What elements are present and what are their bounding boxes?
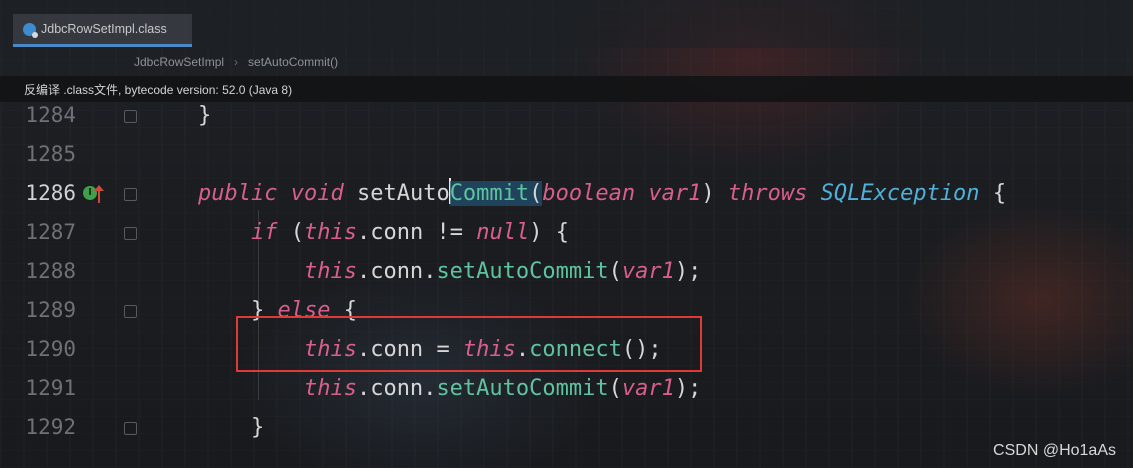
fold-icon[interactable] [124, 422, 137, 435]
line-number: 1286 [25, 181, 76, 205]
code-editor[interactable]: 1284 } 1285 1286 I public void setAutoCo… [0, 98, 1133, 468]
line-number: 1289 [25, 298, 76, 322]
line-number: 1288 [25, 259, 76, 283]
breadcrumb-method[interactable]: setAutoCommit() [248, 55, 338, 69]
breadcrumb-separator: › [234, 55, 239, 69]
tab-jdbcrowsetimpl[interactable]: JdbcRowSetImpl.class [13, 14, 192, 47]
fold-icon[interactable] [124, 305, 137, 318]
code-text: } [250, 415, 265, 440]
code-text: this.conn.setAutoCommit(var1); [303, 376, 702, 401]
code-text: this.conn.setAutoCommit(var1); [303, 259, 702, 284]
fold-icon[interactable] [124, 188, 137, 201]
fold-icon[interactable] [124, 227, 137, 240]
line-number: 1285 [25, 142, 76, 166]
code-line-current: 1286 I public void setAutoCommit(boolean… [0, 174, 1133, 213]
class-file-icon [23, 22, 38, 38]
line-number: 1291 [25, 376, 76, 400]
line-number: 1284 [25, 103, 76, 127]
fold-icon[interactable] [124, 110, 137, 123]
code-line: 1287 if (this.conn != null) { [0, 213, 1133, 252]
line-number: 1290 [25, 337, 76, 361]
decompiler-info-text: 反编译 .class文件, bytecode version: 52.0 (Ja… [24, 82, 293, 97]
breadcrumb: JdbcRowSetImpl › setAutoCommit() [134, 52, 338, 72]
code-text: if (this.conn != null) { [250, 220, 569, 245]
breadcrumb-class[interactable]: JdbcRowSetImpl [134, 55, 224, 69]
highlight-annotation-box [236, 316, 702, 372]
watermark: CSDN @Ho1aAs [993, 442, 1116, 459]
tab-label: JdbcRowSetImpl.class [41, 22, 167, 36]
code-text: public void setAutoCommit(boolean var1) … [198, 174, 1006, 213]
line-number: 1287 [25, 220, 76, 244]
code-line: 1291 this.conn.setAutoCommit(var1); [0, 369, 1133, 408]
code-line: 1285 [0, 135, 1133, 174]
code-line: 1292 } [0, 408, 1133, 447]
line-number: 1292 [25, 415, 76, 439]
code-line: 1288 this.conn.setAutoCommit(var1); [0, 252, 1133, 291]
code-line: 1284 } [0, 96, 1133, 135]
editor-tab-bar: JdbcRowSetImpl.class [0, 0, 1133, 48]
go-to-super-arrow-icon[interactable] [94, 185, 104, 203]
code-text: } [198, 103, 212, 128]
